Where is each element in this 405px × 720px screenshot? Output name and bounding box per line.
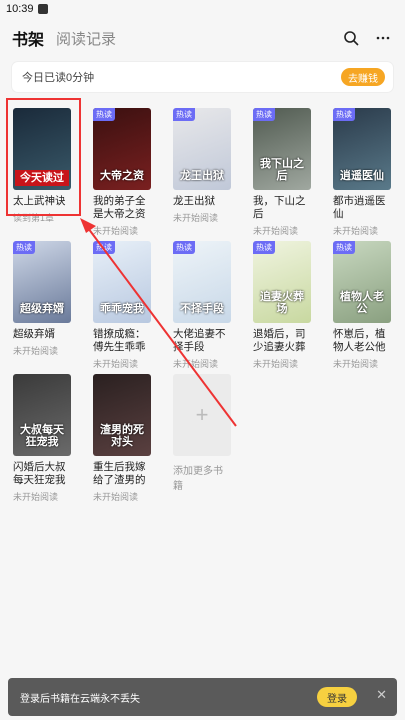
- book-item[interactable]: 热读 超级弃婿 超级弃婿 未开始阅读: [13, 241, 75, 357]
- book-title: 闪婚后大叔每天狂宠我: [13, 461, 66, 486]
- hot-badge: 热读: [173, 241, 195, 254]
- book-cover[interactable]: 热读乖乖宠我: [93, 241, 151, 323]
- status-time: 10:39: [6, 3, 34, 15]
- login-button[interactable]: 登录: [317, 687, 357, 707]
- book-item[interactable]: 热读乖乖宠我错撩成瘾：傅先生乖乖宠我未开始阅读: [93, 241, 155, 370]
- book-progress: 未开始阅读: [13, 492, 59, 502]
- book-item[interactable]: 热读逍遥医仙都市逍遥医仙未开始阅读: [333, 108, 395, 237]
- hot-badge: 热读: [253, 241, 275, 254]
- book-cover[interactable]: 渣男的死对头: [93, 374, 151, 456]
- book-cover-text: 追妻火葬场: [260, 291, 304, 315]
- book-item[interactable]: 渣男的死对头重生后我嫁给了渣男的死对头未开始阅读: [93, 374, 155, 503]
- hot-badge: 热读: [173, 108, 195, 121]
- book-cover-text: 不择手段: [180, 303, 224, 315]
- book-cover-text: 我下山之后: [260, 158, 304, 182]
- book-title: 怀崽后，植物人老公他不装了: [333, 328, 386, 353]
- hot-badge: 热读: [13, 241, 35, 254]
- book-cover-text: 龙王出狱: [180, 170, 224, 182]
- book-item[interactable]: 热读植物人老公怀崽后，植物人老公他不装了未开始阅读: [333, 241, 395, 370]
- book-progress: 未开始阅读: [253, 226, 299, 236]
- book-item[interactable]: 热读大帝之资我的弟子全是大帝之资未开始阅读: [93, 108, 155, 237]
- add-book-tile[interactable]: + 添加更多书籍: [173, 374, 231, 492]
- book-title: 退婚后，司少追妻火葬场！: [253, 328, 306, 353]
- book-cover[interactable]: 热读逍遥医仙: [333, 108, 391, 190]
- book-cover[interactable]: 热读超级弃婿: [13, 241, 71, 323]
- hot-badge: 热读: [333, 241, 355, 254]
- book-progress: 未开始阅读: [333, 226, 379, 236]
- book-item[interactable]: 热读 龙王出狱 龙王出狱 未开始阅读: [173, 108, 235, 224]
- book-item[interactable]: 热读不择手段大佬追妻不择手段未开始阅读: [173, 241, 235, 370]
- book-title: 都市逍遥医仙: [333, 195, 386, 220]
- book-title: 我的弟子全是大帝之资: [93, 195, 146, 220]
- book-title: 龙王出狱: [173, 195, 215, 207]
- book-progress: 未开始阅读: [93, 359, 139, 369]
- add-book-label: 添加更多书籍: [173, 466, 223, 492]
- hot-badge: 热读: [253, 108, 275, 121]
- book-progress: 未开始阅读: [173, 359, 219, 369]
- book-cover[interactable]: 热读植物人老公: [333, 241, 391, 323]
- book-progress: 未开始阅读: [93, 226, 139, 236]
- book-cover[interactable]: 热读龙王出狱: [173, 108, 231, 190]
- book-item[interactable]: 热读我下山之后我，下山之后未开始阅读: [253, 108, 315, 237]
- book-cover[interactable]: 热读大帝之资: [93, 108, 151, 190]
- reading-time-text: 今日已读0分钟: [22, 72, 95, 84]
- book-progress: 未开始阅读: [253, 359, 299, 369]
- top-bar: 书架 阅读记录: [0, 24, 405, 52]
- hot-badge: 热读: [93, 241, 115, 254]
- book-title: 超级弃婿: [13, 328, 55, 340]
- hot-badge: 热读: [93, 108, 115, 121]
- plus-icon[interactable]: +: [173, 374, 231, 456]
- book-progress: 未开始阅读: [93, 492, 139, 502]
- book-cover[interactable]: 热读不择手段: [173, 241, 231, 323]
- login-banner: 登录后书籍在云端永不丢失 登录 ✕: [8, 678, 397, 716]
- book-cover-text: 乖乖宠我: [100, 303, 144, 315]
- book-title: 我，下山之后: [253, 195, 306, 220]
- notification-icon: [37, 4, 48, 14]
- book-cover-text: 渣男的死对头: [100, 424, 144, 448]
- book-cover-text: 植物人老公: [340, 291, 384, 315]
- tab-bookshelf[interactable]: 书架: [12, 26, 44, 50]
- tab-reading-history[interactable]: 阅读记录: [56, 28, 116, 49]
- book-title: 大佬追妻不择手段: [173, 328, 226, 353]
- book-progress: 未开始阅读: [173, 213, 219, 223]
- book-cover-text: 大叔每天狂宠我: [20, 424, 64, 448]
- book-cover[interactable]: 热读我下山之后: [253, 108, 311, 190]
- highlight-box: [6, 98, 81, 216]
- book-item[interactable]: 热读追妻火葬场退婚后，司少追妻火葬场！ 未开始阅读: [253, 241, 315, 370]
- close-icon[interactable]: ✕: [376, 687, 387, 703]
- reading-time-card: 今日已读0分钟 去赚钱: [12, 62, 393, 92]
- hot-badge: 热读: [333, 108, 355, 121]
- status-bar: 10:39: [0, 0, 405, 18]
- book-cover-text: 大帝之资: [100, 170, 144, 182]
- book-cover-text: 超级弃婿: [20, 303, 64, 315]
- book-title: 重生后我嫁给了渣男的死对头: [93, 461, 146, 486]
- book-cover[interactable]: 大叔每天狂宠我: [13, 374, 71, 456]
- book-progress: 未开始阅读: [13, 346, 59, 356]
- login-banner-text: 登录后书籍在云端永不丢失: [20, 693, 140, 705]
- more-icon[interactable]: [375, 30, 391, 46]
- book-progress: 未开始阅读: [333, 359, 379, 369]
- book-cover[interactable]: 热读追妻火葬场: [253, 241, 311, 323]
- earn-button[interactable]: 去赚钱: [341, 68, 385, 86]
- book-title: 错撩成瘾：傅先生乖乖宠我: [93, 328, 146, 353]
- book-item[interactable]: 大叔每天狂宠我 闪婚后大叔每天狂宠我未开始阅读: [13, 374, 75, 503]
- book-cover-text: 逍遥医仙: [340, 170, 384, 182]
- search-icon[interactable]: [343, 30, 359, 46]
